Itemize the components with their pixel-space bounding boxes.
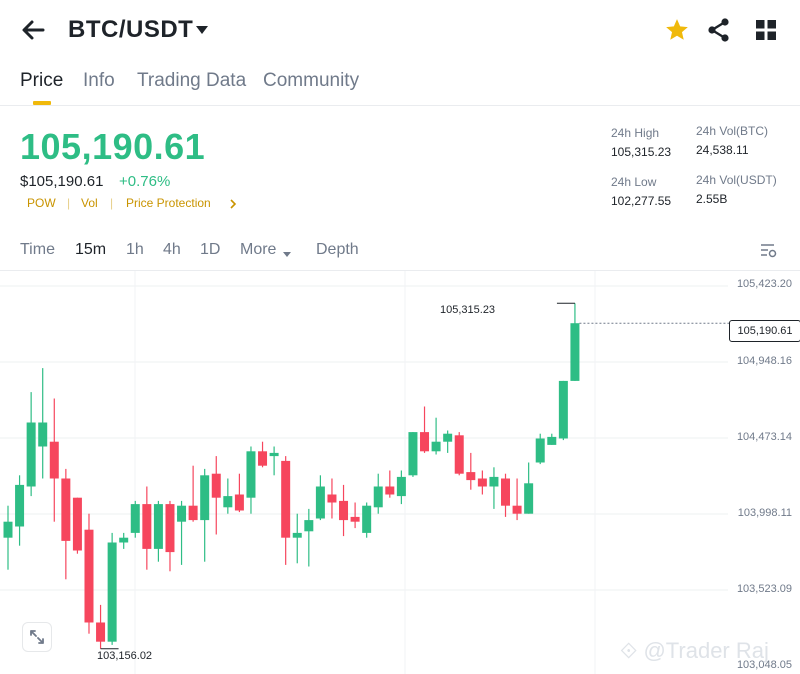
- candle-body: [165, 504, 175, 553]
- candle-body: [408, 432, 418, 476]
- candle-body: [304, 520, 314, 532]
- candle-body: [281, 460, 291, 538]
- candle-body: [443, 433, 453, 442]
- candle-body: [188, 505, 198, 521]
- candle-body: [489, 476, 499, 487]
- y-axis-label: 105,423.20: [736, 278, 792, 290]
- candle-body: [362, 505, 372, 533]
- candle-body: [49, 441, 59, 479]
- candle-body: [246, 451, 256, 498]
- candle-body: [385, 486, 395, 495]
- candle-body: [26, 422, 36, 487]
- candle-body: [153, 504, 163, 549]
- y-axis-label: 104,473.14: [736, 431, 792, 443]
- candle-body: [200, 475, 210, 521]
- candle-body: [107, 542, 117, 642]
- candle-body: [512, 505, 522, 514]
- expand-chart-button[interactable]: [22, 622, 52, 652]
- candle-body: [315, 486, 325, 519]
- candle-body: [454, 435, 464, 474]
- candle-body: [96, 622, 106, 642]
- candlestick-chart[interactable]: [0, 0, 800, 674]
- candle-body: [258, 451, 268, 466]
- candle-body: [466, 472, 476, 481]
- candle-body: [142, 504, 152, 549]
- candle-body: [420, 432, 430, 452]
- candle-body: [396, 476, 406, 497]
- candle-body: [119, 537, 129, 543]
- candle-body: [339, 500, 349, 521]
- candle-body: [84, 529, 94, 623]
- candle-body: [327, 494, 337, 503]
- candle-body: [234, 494, 244, 511]
- candle-body: [501, 478, 511, 506]
- watermark: ⟐ @Trader Raj: [620, 638, 769, 663]
- current-price-label: 105,190.61: [729, 320, 800, 342]
- candle-body: [223, 496, 233, 508]
- candle-body: [38, 422, 48, 447]
- candle-body: [177, 505, 187, 522]
- candle-body: [269, 452, 279, 457]
- candle-body: [3, 521, 13, 538]
- candle-body: [72, 497, 82, 551]
- high-marker-label: 105,315.23: [440, 304, 496, 316]
- candle-body: [558, 380, 568, 439]
- candle-body: [431, 441, 441, 452]
- expand-icon: [30, 630, 44, 644]
- low-marker-label: 103,156.02: [97, 650, 153, 662]
- candle-body: [570, 323, 580, 381]
- candle-body: [15, 484, 25, 527]
- candle-body: [373, 486, 383, 508]
- candle-body: [535, 438, 545, 463]
- candle-body: [350, 516, 360, 522]
- y-axis-label: 103,523.09: [736, 583, 792, 595]
- candle-body: [547, 436, 557, 445]
- candle-body: [477, 478, 487, 487]
- candle-body: [130, 504, 140, 533]
- candle-body: [61, 478, 71, 541]
- y-axis-label: 103,998.11: [737, 507, 792, 519]
- y-axis-label: 104,948.16: [736, 355, 792, 367]
- candle-body: [211, 473, 221, 498]
- candle-body: [292, 532, 302, 538]
- candle-body: [524, 483, 534, 514]
